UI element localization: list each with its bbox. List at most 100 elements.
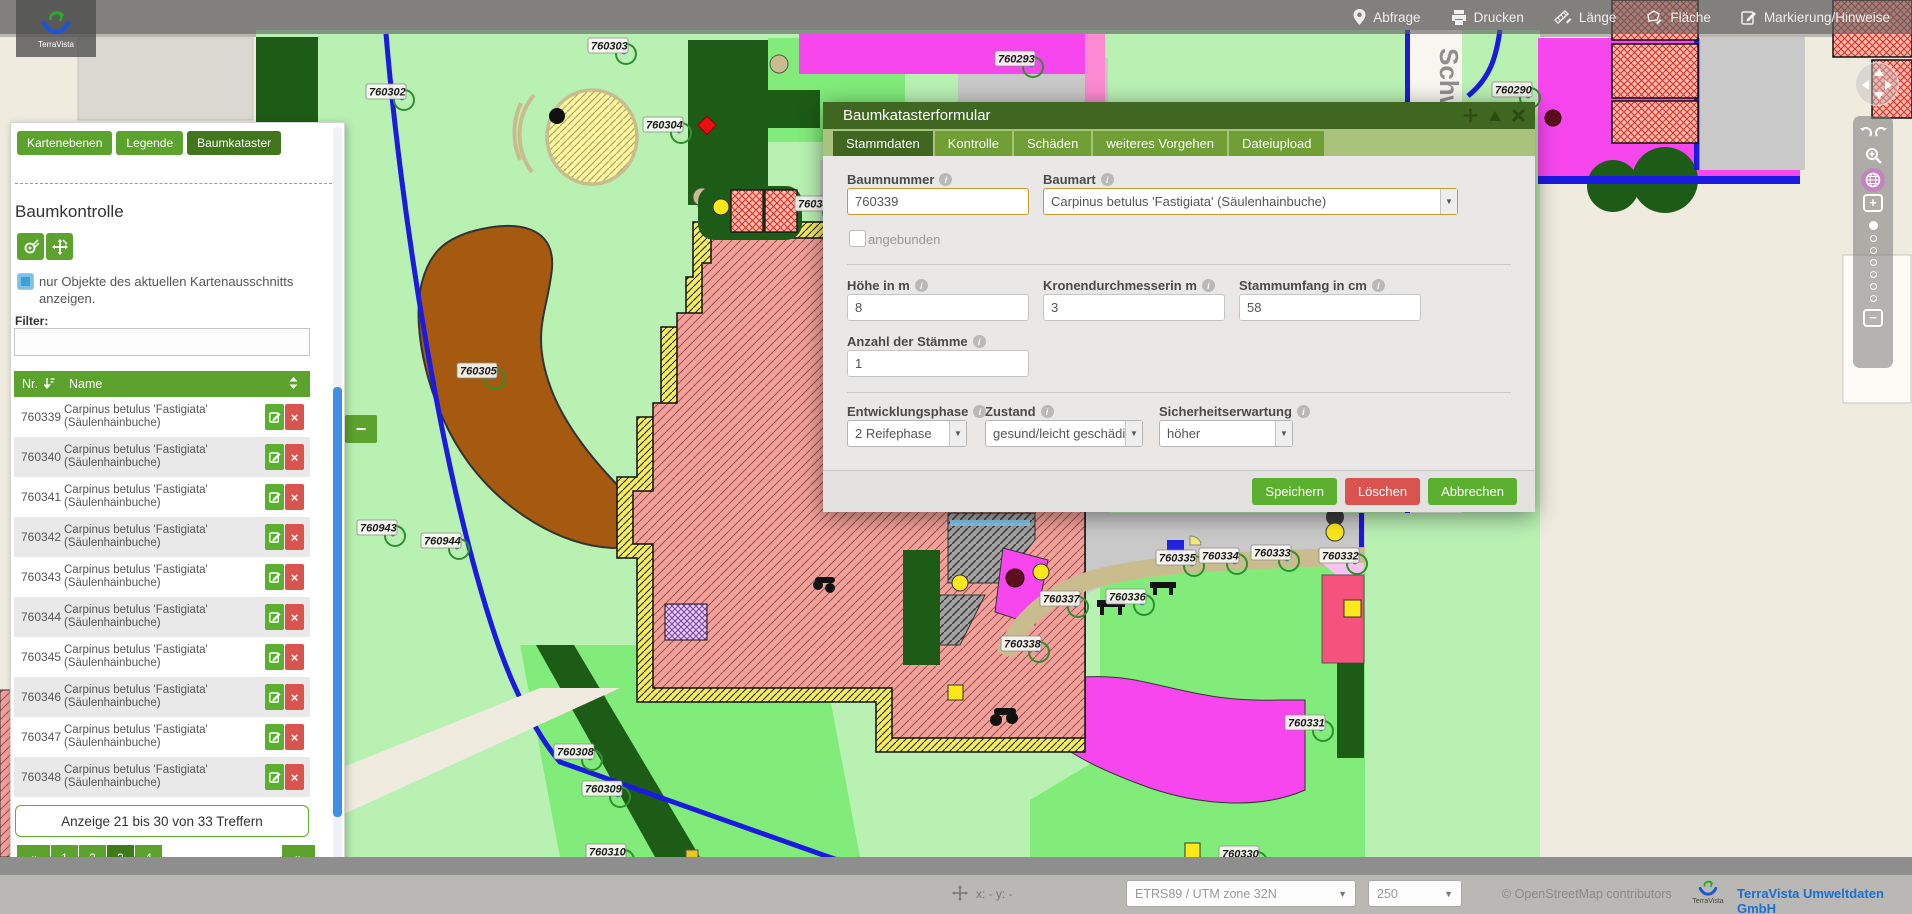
dialog-tab-weiteres-vorgehen[interactable]: weiteres Vorgehen bbox=[1093, 131, 1227, 156]
stammumfang-input[interactable] bbox=[1239, 294, 1421, 321]
redo-icon[interactable] bbox=[1873, 122, 1889, 144]
sort-numeric-icon[interactable] bbox=[44, 377, 55, 392]
info-icon[interactable]: i bbox=[1372, 279, 1385, 292]
edit-row-button[interactable] bbox=[265, 764, 284, 790]
edit-row-button[interactable] bbox=[265, 524, 284, 550]
pan-to-selection-button[interactable] bbox=[46, 233, 73, 260]
info-icon[interactable]: i bbox=[1202, 279, 1215, 292]
measure-length-button[interactable]: Länge bbox=[1554, 10, 1617, 25]
filter-input[interactable] bbox=[14, 328, 310, 356]
info-icon[interactable]: i bbox=[939, 173, 952, 186]
sidebar-scrollbar[interactable] bbox=[333, 127, 342, 861]
delete-row-button[interactable]: × bbox=[285, 644, 304, 670]
scale-select[interactable]: 250▼ bbox=[1368, 880, 1462, 907]
table-row[interactable]: 760340Carpinus betulus 'Fastigiata' (Säu… bbox=[14, 437, 310, 477]
delete-button[interactable]: Löschen bbox=[1345, 478, 1420, 505]
baumnummer-input[interactable] bbox=[847, 188, 1029, 215]
pan-right-icon[interactable] bbox=[1885, 80, 1892, 90]
full-extent-button[interactable] bbox=[1861, 168, 1885, 192]
table-row[interactable]: 760341Carpinus betulus 'Fastigiata' (Säu… bbox=[14, 477, 310, 517]
zoom-level-dot[interactable] bbox=[1870, 235, 1877, 242]
edit-row-button[interactable] bbox=[265, 404, 284, 430]
query-button[interactable]: Abfrage bbox=[1353, 9, 1420, 25]
sidebar-collapse-button[interactable]: − bbox=[345, 415, 377, 443]
dialog-move-button[interactable] bbox=[1463, 108, 1478, 123]
table-row[interactable]: 760345Carpinus betulus 'Fastigiata' (Säu… bbox=[14, 637, 310, 677]
pan-down-icon[interactable] bbox=[1874, 92, 1884, 99]
print-button[interactable]: Drucken bbox=[1451, 10, 1524, 25]
cancel-button[interactable]: Abbrechen bbox=[1428, 478, 1517, 505]
extent-filter-checkbox[interactable] bbox=[17, 273, 34, 290]
company-link[interactable]: TerraVista Umweltdaten GmbH bbox=[1737, 886, 1912, 914]
entwicklungsphase-select[interactable]: 2 Reifephase ▼ bbox=[847, 420, 967, 447]
table-row[interactable]: 760348Carpinus betulus 'Fastigiata' (Säu… bbox=[14, 757, 310, 797]
dialog-collapse-button[interactable] bbox=[1488, 110, 1502, 122]
info-icon[interactable]: i bbox=[915, 279, 928, 292]
scrollbar-thumb[interactable] bbox=[333, 387, 342, 817]
zoom-level-dot[interactable] bbox=[1870, 259, 1877, 266]
pan-up-icon[interactable] bbox=[1874, 69, 1884, 76]
zoom-level-dot[interactable] bbox=[1870, 247, 1877, 254]
clear-selection-button[interactable] bbox=[17, 233, 44, 260]
info-icon[interactable]: i bbox=[1101, 173, 1114, 186]
delete-row-button[interactable]: × bbox=[285, 444, 304, 470]
table-row[interactable]: 760346Carpinus betulus 'Fastigiata' (Säu… bbox=[14, 677, 310, 717]
delete-row-button[interactable]: × bbox=[285, 484, 304, 510]
delete-row-button[interactable]: × bbox=[285, 524, 304, 550]
baumart-select[interactable]: Carpinus betulus 'Fastigiata' (Säulenhai… bbox=[1043, 188, 1458, 215]
sort-toggle-icon[interactable] bbox=[289, 377, 298, 392]
edit-row-button[interactable] bbox=[265, 564, 284, 590]
column-nr[interactable]: Nr. bbox=[14, 377, 38, 391]
save-button[interactable]: Speichern bbox=[1252, 478, 1337, 505]
dialog-tab-dateiupload[interactable]: Dateiupload bbox=[1229, 131, 1324, 156]
zoom-box-icon[interactable] bbox=[1860, 144, 1886, 166]
zoom-slider-handle[interactable] bbox=[1869, 221, 1878, 230]
edit-row-button[interactable] bbox=[265, 724, 284, 750]
edit-row-button[interactable] bbox=[265, 444, 284, 470]
table-row[interactable]: 760344Carpinus betulus 'Fastigiata' (Säu… bbox=[14, 597, 310, 637]
zoom-level-dot[interactable] bbox=[1870, 283, 1877, 290]
dialog-tab-schäden[interactable]: Schäden bbox=[1014, 131, 1091, 156]
info-icon[interactable]: i bbox=[1041, 405, 1054, 418]
sidebar-tab-legende[interactable]: Legende bbox=[116, 131, 183, 155]
delete-row-button[interactable]: × bbox=[285, 604, 304, 630]
table-row[interactable]: 760347Carpinus betulus 'Fastigiata' (Säu… bbox=[14, 717, 310, 757]
edit-row-button[interactable] bbox=[265, 604, 284, 630]
edit-row-button[interactable] bbox=[265, 484, 284, 510]
delete-row-button[interactable]: × bbox=[285, 564, 304, 590]
zoom-level-dot[interactable] bbox=[1870, 271, 1877, 278]
zoom-level-dot[interactable] bbox=[1870, 295, 1877, 302]
hoehe-input[interactable] bbox=[847, 294, 1029, 321]
info-icon[interactable]: i bbox=[973, 335, 986, 348]
dialog-tab-kontrolle[interactable]: Kontrolle bbox=[935, 131, 1012, 156]
kronendurchmesser-input[interactable] bbox=[1043, 294, 1225, 321]
delete-row-button[interactable]: × bbox=[285, 724, 304, 750]
edit-row-button[interactable] bbox=[265, 644, 284, 670]
column-name[interactable]: Name bbox=[69, 377, 102, 391]
sidebar-tab-baumkataster[interactable]: Baumkataster bbox=[187, 131, 281, 155]
sidebar-tab-kartenebenen[interactable]: Kartenebenen bbox=[17, 131, 112, 155]
angebunden-checkbox[interactable] bbox=[849, 230, 866, 247]
dialog-tab-stammdaten[interactable]: Stammdaten bbox=[833, 131, 933, 156]
zoom-out-button[interactable]: − bbox=[1863, 309, 1883, 327]
delete-row-button[interactable]: × bbox=[285, 404, 304, 430]
info-icon[interactable]: i bbox=[1297, 405, 1310, 418]
table-row[interactable]: 760343Carpinus betulus 'Fastigiata' (Säu… bbox=[14, 557, 310, 597]
delete-row-button[interactable]: × bbox=[285, 684, 304, 710]
map-pan-control[interactable] bbox=[1855, 62, 1899, 106]
dialog-close-button[interactable] bbox=[1512, 109, 1525, 122]
undo-icon[interactable] bbox=[1857, 122, 1873, 144]
edit-row-button[interactable] bbox=[265, 684, 284, 710]
annotation-button[interactable]: Markierung/Hinweise bbox=[1741, 10, 1890, 25]
measure-area-button[interactable]: Fläche bbox=[1646, 10, 1711, 25]
zoom-in-button[interactable]: + bbox=[1863, 194, 1883, 212]
zustand-select[interactable]: gesund/leicht geschädigt ▼ bbox=[985, 420, 1143, 447]
table-row[interactable]: 760339Carpinus betulus 'Fastigiata' (Säu… bbox=[14, 397, 310, 437]
anzahl-staemme-input[interactable] bbox=[847, 350, 1029, 377]
pan-left-icon[interactable] bbox=[1862, 80, 1869, 90]
dialog-titlebar[interactable]: Baumkatasterformular bbox=[823, 102, 1535, 129]
crs-select[interactable]: ETRS89 / UTM zone 32N▼ bbox=[1126, 880, 1356, 907]
table-row[interactable]: 760342Carpinus betulus 'Fastigiata' (Säu… bbox=[14, 517, 310, 557]
zoom-slider[interactable] bbox=[1869, 218, 1878, 304]
sicherheitserwartung-select[interactable]: höher ▼ bbox=[1159, 420, 1293, 447]
